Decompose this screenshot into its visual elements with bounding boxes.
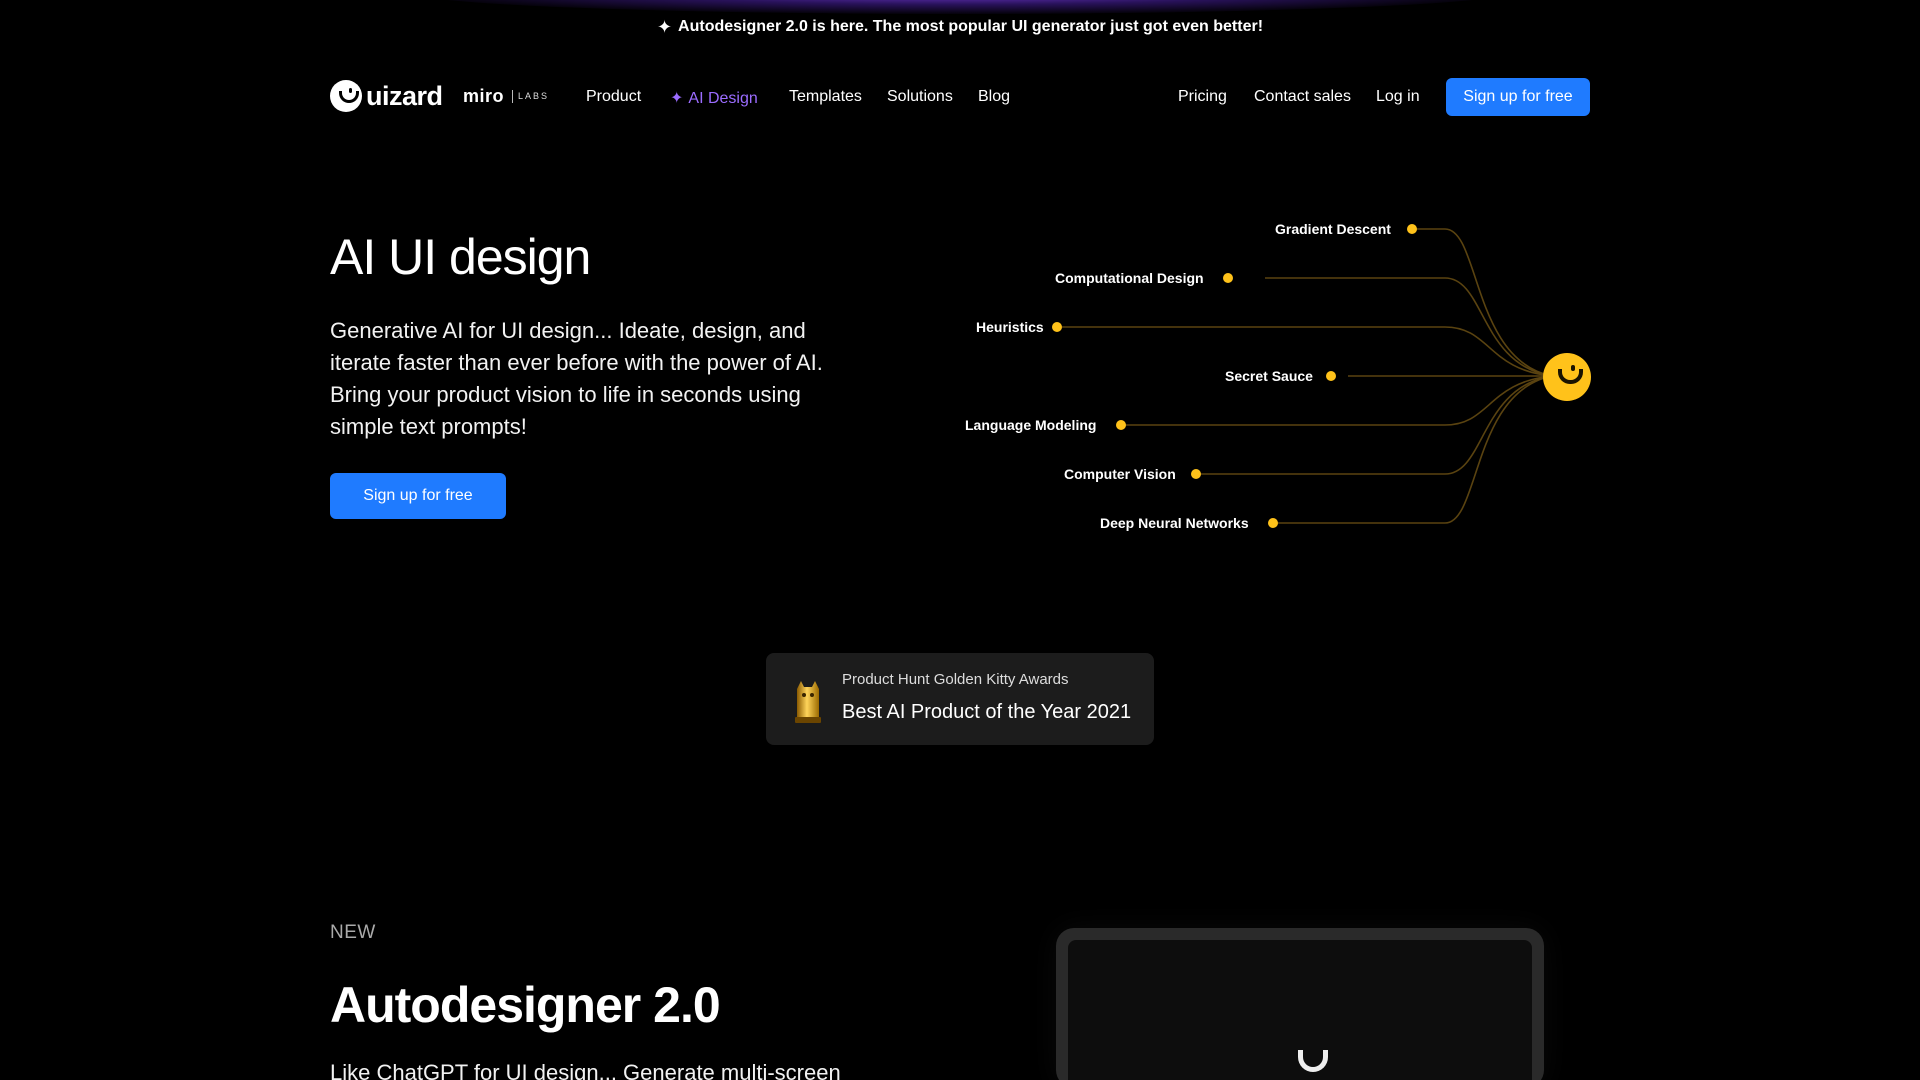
node-dot [1191, 469, 1201, 479]
node-gradient-descent: Gradient Descent [1275, 221, 1391, 237]
hero-title: AI UI design [330, 229, 591, 285]
connector-line [1123, 375, 1553, 426]
uizard-logo-icon [330, 80, 362, 112]
miro-logo: miro [463, 86, 505, 106]
connector-line [1415, 228, 1553, 377]
node-computer-vision: Computer Vision [1064, 466, 1176, 482]
nav-solutions[interactable]: Solutions [887, 88, 953, 106]
nav-signup-button[interactable]: Sign up for free [1446, 78, 1590, 116]
node-secret-sauce: Secret Sauce [1225, 368, 1313, 384]
nav-ai-design[interactable]: ✦ AI Design [670, 88, 758, 108]
new-tag: NEW [330, 922, 376, 943]
nav-pricing[interactable]: Pricing [1178, 88, 1227, 106]
nav-ai-design-label: AI Design [688, 90, 758, 107]
uizard-logo[interactable]: uizard [330, 80, 443, 112]
device-screen [1068, 940, 1532, 1080]
nav-templates[interactable]: Templates [789, 88, 862, 106]
labs-label: LABS [518, 91, 550, 101]
node-computational-design: Computational Design [1055, 270, 1204, 286]
brand-name: uizard [366, 80, 443, 111]
nav-contact-sales[interactable]: Contact sales [1254, 88, 1351, 106]
announcement-text: Autodesigner 2.0 is here. The most popul… [678, 18, 1264, 35]
award-title: Best AI Product of the Year 2021 [842, 701, 1132, 723]
node-heuristics: Heuristics [976, 319, 1044, 335]
logo-divider [512, 90, 513, 103]
golden-kitty-trophy-icon [795, 681, 821, 723]
hero-description: Generative AI for UI design... Ideate, d… [330, 318, 823, 439]
ai-concepts-diagram: Gradient Descent Computational Design He… [940, 210, 1600, 540]
section-description: Like ChatGPT for UI design... Generate m… [330, 1060, 841, 1080]
hero-signup-button[interactable]: Sign up for free [330, 473, 506, 519]
main-nav: uizard miro LABS Product ✦ AI Design Temp… [330, 78, 1590, 116]
sparkle-icon: ✦ [656, 17, 673, 37]
uizard-loader-icon [1298, 1050, 1328, 1072]
nav-log-in[interactable]: Log in [1376, 88, 1420, 106]
node-dot [1268, 518, 1278, 528]
device-preview [1056, 928, 1544, 1080]
announcement-bar[interactable]: ✦ Autodesigner 2.0 is here. The most popu… [0, 17, 1920, 38]
top-glow [410, 0, 1510, 14]
nav-blog[interactable]: Blog [978, 88, 1010, 106]
nav-product[interactable]: Product [586, 88, 641, 106]
node-dot [1326, 371, 1336, 381]
node-dot [1116, 420, 1126, 430]
award-badge[interactable]: Product Hunt Golden Kitty Awards Best AI… [766, 653, 1154, 745]
ai-sparkle-icon: ✦ [670, 90, 684, 107]
section-title: Autodesigner 2.0 [330, 977, 721, 1033]
uizard-hub-icon [1543, 353, 1591, 401]
node-dot [1052, 322, 1062, 332]
award-source: Product Hunt Golden Kitty Awards [842, 671, 1069, 688]
node-dot [1223, 273, 1233, 283]
node-deep-neural-networks: Deep Neural Networks [1100, 515, 1249, 531]
node-language-modeling: Language Modeling [965, 417, 1097, 433]
connector-line [1273, 375, 1553, 524]
node-dot [1407, 224, 1417, 234]
